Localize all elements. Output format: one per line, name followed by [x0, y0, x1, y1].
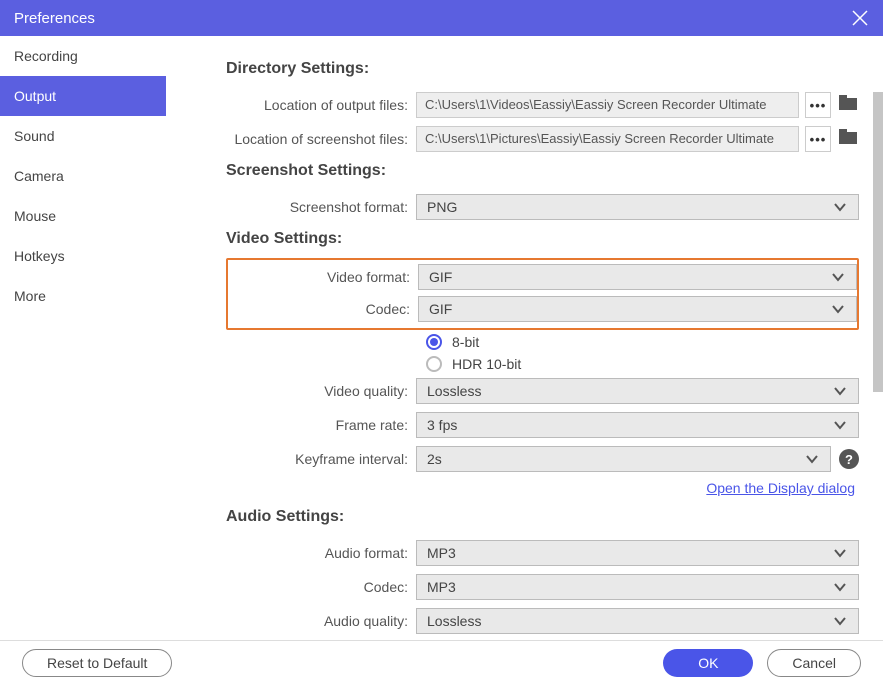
sidebar-item-recording[interactable]: Recording: [0, 36, 166, 76]
frame-rate-label: Frame rate:: [226, 417, 416, 433]
radio-8bit[interactable]: [426, 334, 442, 350]
video-codec-select[interactable]: GIF: [418, 296, 857, 322]
audio-codec-label: Codec:: [226, 579, 416, 595]
chevron-down-icon: [804, 451, 820, 467]
video-format-value: GIF: [429, 269, 452, 285]
screenshot-format-select[interactable]: PNG: [416, 194, 859, 220]
folder-icon: [839, 95, 857, 110]
sidebar-item-output[interactable]: Output: [0, 76, 166, 116]
audio-codec-value: MP3: [427, 579, 456, 595]
chevron-down-icon: [830, 301, 846, 317]
open-display-dialog-link[interactable]: Open the Display dialog: [706, 480, 855, 496]
keyframe-select[interactable]: 2s: [416, 446, 831, 472]
screenshot-format-label: Screenshot format:: [226, 199, 416, 215]
output-path-label: Location of output files:: [226, 97, 416, 113]
section-audio-title: Audio Settings:: [226, 508, 859, 526]
sidebar-item-hotkeys[interactable]: Hotkeys: [0, 236, 166, 276]
highlight-box: Video format: GIF Codec: GIF: [226, 258, 859, 330]
keyframe-value: 2s: [427, 451, 442, 467]
video-format-select[interactable]: GIF: [418, 264, 857, 290]
browse-screenshot-button[interactable]: •••: [805, 126, 831, 152]
radio-hdr-label: HDR 10-bit: [452, 356, 521, 372]
video-quality-select[interactable]: Lossless: [416, 378, 859, 404]
sidebar-item-sound[interactable]: Sound: [0, 116, 166, 156]
audio-quality-select[interactable]: Lossless: [416, 608, 859, 634]
sidebar-item-camera[interactable]: Camera: [0, 156, 166, 196]
frame-rate-select[interactable]: 3 fps: [416, 412, 859, 438]
section-directory-title: Directory Settings:: [226, 60, 859, 78]
radio-8bit-label: 8-bit: [452, 334, 479, 350]
video-codec-label: Codec:: [228, 301, 418, 317]
frame-rate-value: 3 fps: [427, 417, 457, 433]
audio-quality-label: Audio quality:: [226, 613, 416, 629]
scrollbar[interactable]: [873, 92, 883, 392]
content-pane: Directory Settings: Location of output f…: [166, 36, 883, 640]
audio-codec-select[interactable]: MP3: [416, 574, 859, 600]
sidebar-item-mouse[interactable]: Mouse: [0, 196, 166, 236]
screenshot-format-value: PNG: [427, 199, 457, 215]
video-quality-label: Video quality:: [226, 383, 416, 399]
help-icon[interactable]: ?: [839, 449, 859, 469]
close-icon[interactable]: [851, 9, 869, 27]
video-format-label: Video format:: [228, 269, 418, 285]
chevron-down-icon: [830, 269, 846, 285]
screenshot-path-field[interactable]: C:\Users\1\Pictures\Eassiy\Eassiy Screen…: [416, 126, 799, 152]
window-title: Preferences: [14, 10, 95, 27]
audio-format-select[interactable]: MP3: [416, 540, 859, 566]
section-screenshot-title: Screenshot Settings:: [226, 162, 859, 180]
radio-hdr10bit[interactable]: [426, 356, 442, 372]
chevron-down-icon: [832, 383, 848, 399]
audio-format-value: MP3: [427, 545, 456, 561]
chevron-down-icon: [832, 199, 848, 215]
folder-icon: [839, 129, 857, 144]
open-screenshot-folder-button[interactable]: [839, 129, 859, 149]
titlebar: Preferences: [0, 0, 883, 36]
chevron-down-icon: [832, 417, 848, 433]
cancel-button[interactable]: Cancel: [767, 649, 861, 677]
chevron-down-icon: [832, 545, 848, 561]
open-output-folder-button[interactable]: [839, 95, 859, 115]
audio-quality-value: Lossless: [427, 613, 481, 629]
sidebar-item-more[interactable]: More: [0, 276, 166, 316]
screenshot-path-label: Location of screenshot files:: [226, 131, 416, 147]
ok-button[interactable]: OK: [663, 649, 753, 677]
video-quality-value: Lossless: [427, 383, 481, 399]
chevron-down-icon: [832, 579, 848, 595]
sidebar: Recording Output Sound Camera Mouse Hotk…: [0, 36, 166, 640]
footer: Reset to Default OK Cancel: [0, 640, 883, 684]
browse-output-button[interactable]: •••: [805, 92, 831, 118]
reset-to-default-button[interactable]: Reset to Default: [22, 649, 172, 677]
video-codec-value: GIF: [429, 301, 452, 317]
output-path-field[interactable]: C:\Users\1\Videos\Eassiy\Eassiy Screen R…: [416, 92, 799, 118]
section-video-title: Video Settings:: [226, 230, 859, 248]
audio-format-label: Audio format:: [226, 545, 416, 561]
keyframe-label: Keyframe interval:: [226, 451, 416, 467]
chevron-down-icon: [832, 613, 848, 629]
